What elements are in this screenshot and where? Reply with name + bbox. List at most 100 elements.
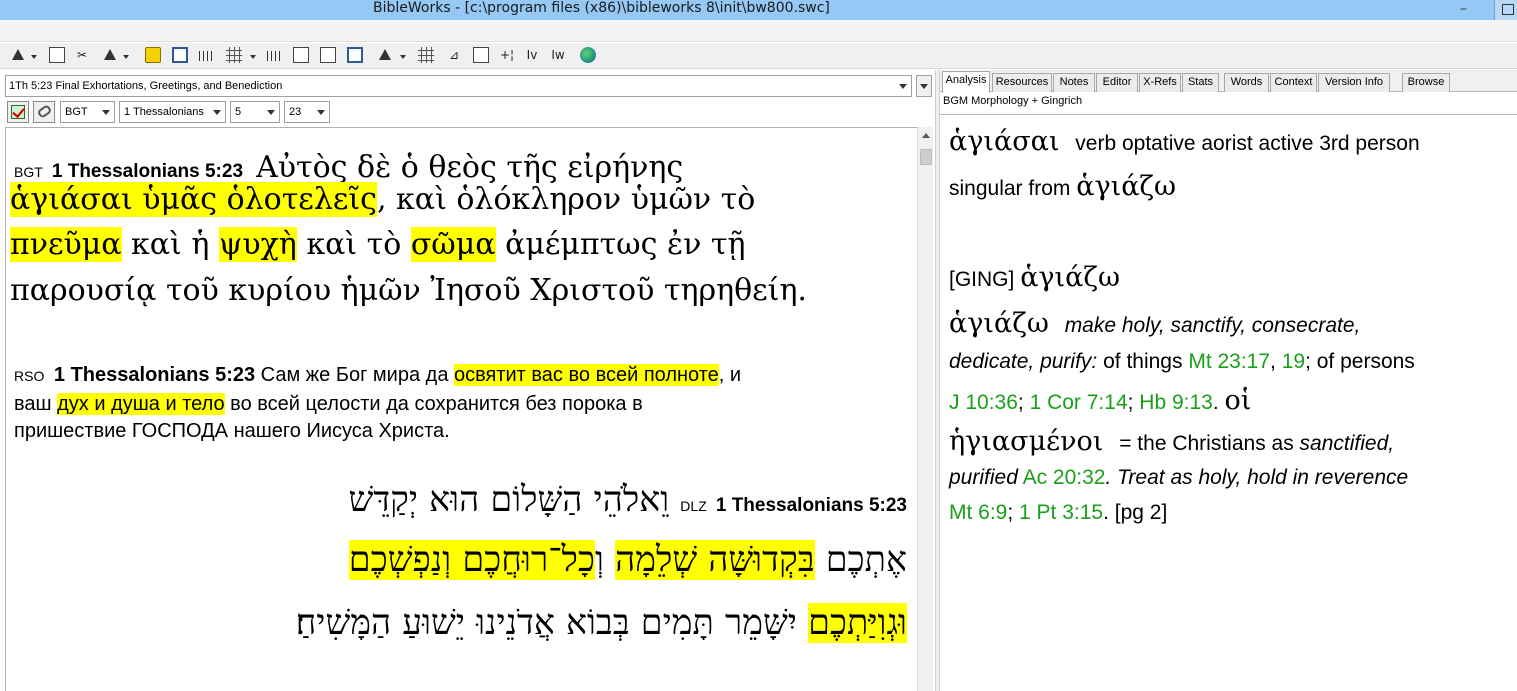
- ref-link-j-10-36[interactable]: J 10:36: [949, 391, 1018, 414]
- tab-stats[interactable]: Stats: [1182, 73, 1219, 92]
- editor-icon[interactable]: [102, 47, 118, 63]
- iw-icon[interactable]: Iw: [550, 47, 566, 63]
- chevron-down-icon[interactable]: [209, 102, 225, 122]
- rso-text-2a: ваш: [14, 393, 58, 415]
- globe-icon[interactable]: [580, 47, 596, 63]
- ref-link-19[interactable]: 19: [1282, 350, 1305, 373]
- options-icon[interactable]: [320, 47, 336, 63]
- of-things-text: of things: [1097, 350, 1189, 373]
- tab-notes[interactable]: Notes: [1053, 73, 1095, 92]
- tab-strip: Analysis Resources Notes Editor X-Refs S…: [940, 70, 1517, 93]
- chevron-down-icon[interactable]: [250, 55, 256, 59]
- chevron-down-icon[interactable]: [895, 76, 911, 96]
- rso-line-3[interactable]: пришествие ГОСПОДА нашего Иисуса Христа.: [14, 420, 450, 443]
- tools-icon[interactable]: ✂: [74, 47, 90, 63]
- tab-analysis[interactable]: Analysis: [942, 71, 990, 93]
- rso-line-2[interactable]: ваш дух и душа и тело во всей целости да…: [14, 393, 643, 416]
- highlight-icon[interactable]: [145, 47, 161, 63]
- scroll-up-icon[interactable]: [922, 133, 930, 138]
- browse-icon[interactable]: [49, 47, 65, 63]
- print-icon[interactable]: [347, 47, 363, 63]
- tab-browse[interactable]: Browse: [1402, 73, 1450, 92]
- link-icon: [36, 104, 53, 119]
- passage-select[interactable]: 1Th 5:23 Final Exhortations, Greetings, …: [5, 75, 912, 97]
- search-icon[interactable]: [10, 47, 26, 63]
- bgt-line-2[interactable]: ἁγιάσαι ὑμᾶς ὁλοτελεῖς, καὶ ὁλόκληρον ὑμ…: [10, 182, 755, 217]
- bgt-highlight-1: ἁγιάσαι ὑμᾶς ὁλοτελεῖς: [10, 182, 377, 217]
- plus-icon[interactable]: +¦: [499, 47, 515, 63]
- ref-link-hb-9-13[interactable]: Hb 9:13: [1139, 391, 1213, 414]
- treat-text: . Treat as holy, hold in reverence: [1105, 466, 1409, 489]
- period: .: [1212, 391, 1219, 414]
- window-icon[interactable]: [172, 47, 188, 63]
- lexicon-lemma: ἁγιάζω: [1020, 262, 1121, 293]
- verse-text-pane[interactable]: BGT 1 Thessalonians 5:23 Αὐτὸς δὲ ὁ θεὸς…: [5, 127, 917, 691]
- bgt-highlight-3: ψυχὴ: [218, 227, 297, 262]
- chevron-down-icon[interactable]: [400, 55, 406, 59]
- link-button[interactable]: [33, 101, 55, 123]
- analysis-line-1: ἁγιάσαι verb optative aorist active 3rd …: [949, 126, 1420, 157]
- bgt-text-2: , καὶ ὁλόκληρον ὑμῶν τὸ: [376, 182, 756, 217]
- bgt-line-1: BGT 1 Thessalonians 5:23 Αὐτὸς δὲ ὁ θεὸς…: [14, 150, 683, 185]
- toolbar: ✂ ⊿ +¦ Iv Iw: [0, 43, 1517, 69]
- parse-lemma[interactable]: ἁγιάζω: [1076, 171, 1176, 202]
- separator: ;: [1017, 391, 1030, 414]
- layout-icon[interactable]: [418, 47, 434, 63]
- window-title: BibleWorks - [c:\program files (x86)\bib…: [373, 0, 830, 16]
- check-button[interactable]: [7, 101, 29, 123]
- dlz-reference[interactable]: 1 Thessalonians 5:23: [716, 495, 907, 516]
- rso-reference[interactable]: 1 Thessalonians 5:23: [54, 364, 255, 386]
- tab-xrefs[interactable]: X-Refs: [1139, 73, 1181, 92]
- tab-editor[interactable]: Editor: [1096, 73, 1138, 92]
- ref-link-ac-20-32[interactable]: Ac 20:32: [1023, 466, 1106, 489]
- version-select-value: BGT: [65, 106, 88, 118]
- bgt-highlight-4: σῶμα: [410, 227, 496, 262]
- tab-context[interactable]: Context: [1270, 73, 1317, 92]
- tab-version-info[interactable]: Version Info: [1318, 73, 1390, 92]
- analysis-panel: ἁγιάσαι verb optative aorist active 3rd …: [940, 114, 1517, 691]
- ref-link-mt-23-17[interactable]: Mt 23:17: [1188, 350, 1270, 373]
- version-select[interactable]: BGT: [60, 101, 115, 123]
- bgt-line-3[interactable]: πνεῦμα καὶ ἡ ψυχὴ καὶ τὸ σῶμα ἀμέμπτως ἐ…: [10, 227, 745, 262]
- bgt-line-4[interactable]: παρουσίᾳ τοῦ κυρίου ἡμῶν Ἰησοῦ Χριστοῦ τ…: [10, 273, 807, 308]
- dlz-line-2[interactable]: אֶתְכֶם בִּקְדוּשָּׁה שְׁלֵמָה וְכָל־רוּ…: [348, 540, 907, 580]
- vertical-scrollbar[interactable]: [917, 127, 933, 691]
- passage-text: 1Th 5:23 Final Exhortations, Greetings, …: [9, 80, 283, 92]
- rso-line-1[interactable]: RSO 1 Thessalonians 5:23 Сам же Бог мира…: [14, 364, 741, 387]
- iv-icon[interactable]: Iv: [524, 47, 540, 63]
- dlz-line-1[interactable]: וֵאלֹהֵי הַשָּׁלוֹם הוּא יְקַדֵּשׁ DLZ 1…: [348, 480, 907, 520]
- chevron-down-icon[interactable]: [313, 102, 329, 122]
- separator: ;: [1127, 391, 1140, 414]
- verse-select[interactable]: 23: [284, 101, 330, 123]
- tab-words[interactable]: Words: [1224, 73, 1269, 92]
- stamp-icon[interactable]: [473, 47, 489, 63]
- bgt-text-1[interactable]: Αὐτὸς δὲ ὁ θεὸς τῆς εἰρήνης: [256, 150, 683, 185]
- dlz-highlight-2: כָל־רוּחֲכֶם וְנַפְשְׁכֶם: [348, 540, 596, 580]
- analysis-icon[interactable]: ⊿: [446, 47, 462, 63]
- copy-icon[interactable]: [293, 47, 309, 63]
- chevron-down-icon[interactable]: [263, 102, 279, 122]
- book-select[interactable]: 1 Thessalonians: [119, 101, 226, 123]
- chevron-down-icon[interactable]: [98, 102, 114, 122]
- ref-link-1-cor-7-14[interactable]: 1 Cor 7:14: [1030, 391, 1128, 414]
- chevron-down-icon[interactable]: [123, 55, 129, 59]
- lexicon-icon[interactable]: [377, 47, 393, 63]
- bgt-reference[interactable]: 1 Thessalonians 5:23: [52, 161, 243, 182]
- rso-highlight-2: дух и душа и тело: [57, 393, 225, 415]
- chapter-select[interactable]: 5: [230, 101, 280, 123]
- dlz-version-tag: DLZ: [680, 498, 707, 514]
- list-icon[interactable]: [267, 51, 283, 61]
- maximize-button[interactable]: [1494, 0, 1517, 20]
- ref-link-1-pt-3-15[interactable]: 1 Pt 3:15: [1019, 501, 1103, 524]
- chevron-down-icon[interactable]: [31, 55, 37, 59]
- grid-icon[interactable]: [226, 47, 242, 63]
- sanctified-text: sanctified,: [1299, 432, 1395, 455]
- dlz-text-3: יִשָּׁמֵר תָּמִים בְּבוֹא אֲדֹנֵינוּ יֵש…: [295, 603, 809, 643]
- dlz-line-3[interactable]: וּגְוִיַּתְכֶם יִשָּׁמֵר תָּמִים בְּבוֹא…: [296, 603, 907, 643]
- ref-link-mt-6-9[interactable]: Mt 6:9: [949, 501, 1007, 524]
- tab-resources[interactable]: Resources: [992, 73, 1052, 92]
- minimize-button[interactable]: –: [1460, 1, 1467, 17]
- scroll-thumb[interactable]: [920, 149, 932, 165]
- pane-menu-button[interactable]: [916, 75, 932, 97]
- bars-icon[interactable]: [199, 51, 215, 61]
